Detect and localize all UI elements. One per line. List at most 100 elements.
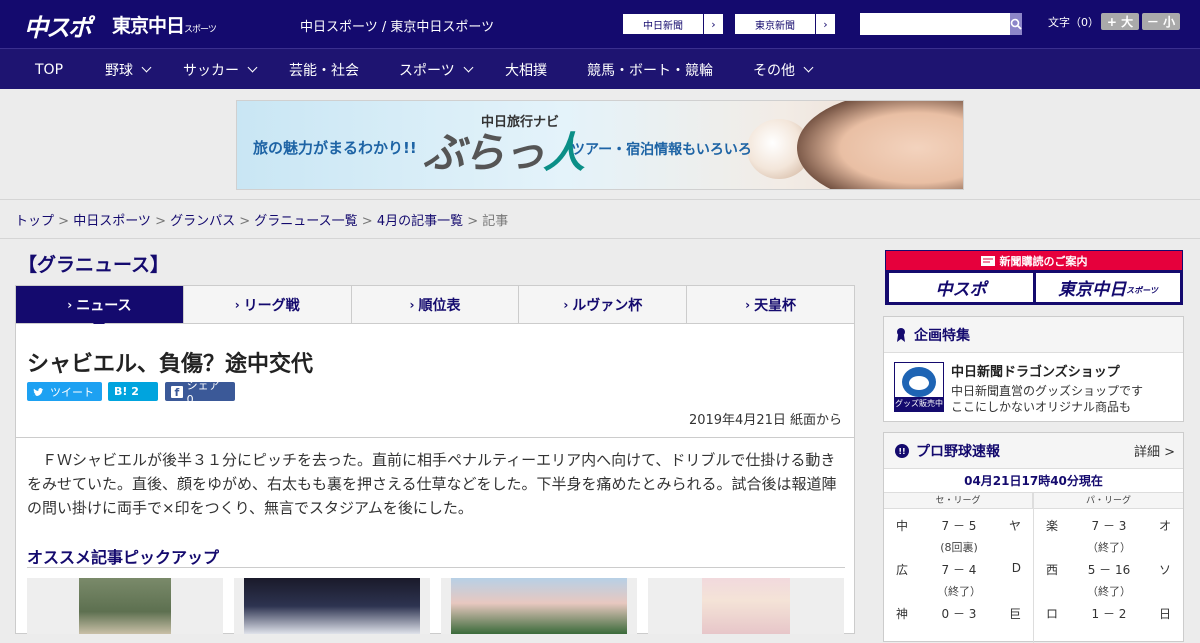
- breadcrumb: トップ > 中日スポーツ > グランパス > グラニュース一覧 > 4月の記事一…: [15, 214, 509, 229]
- pickup-thumbnail[interactable]: [648, 578, 844, 634]
- pacific-league-label: パ・リーグ: [1034, 493, 1183, 509]
- divider: [27, 567, 845, 568]
- feature-box: 企画特集 グッズ販売中 中日新聞ドラゴンズショップ 中日新聞直営のグッズショップ…: [883, 316, 1184, 422]
- nav-soccer[interactable]: サッカー: [183, 49, 258, 90]
- home-team: 中: [896, 519, 909, 533]
- svg-text:!!: !!: [898, 447, 905, 456]
- pickup-thumbnail[interactable]: [441, 578, 637, 634]
- search-button[interactable]: [1010, 13, 1022, 35]
- score: 5 － 16: [1087, 563, 1131, 577]
- away-team: D: [1011, 561, 1021, 575]
- nav-racing[interactable]: 競馬・ボート・競輪: [587, 49, 713, 90]
- score: 1 － 2: [1091, 607, 1127, 621]
- game-row[interactable]: 神 0 － 3 巨: [884, 601, 1033, 623]
- facebook-share-button[interactable]: f シェア 0: [165, 379, 235, 406]
- subscribe-chuspo[interactable]: 中スポ: [889, 273, 1033, 302]
- logo-tokyo-chunichi-text: 東京中日: [112, 15, 185, 37]
- tokyo-shimbun-label: 東京新聞: [755, 20, 795, 32]
- tab-label: リーグ戦: [243, 297, 300, 314]
- baseball-batter-image: [79, 578, 171, 634]
- away-team: 巨: [1008, 607, 1021, 621]
- tweet-button[interactable]: ツイート: [27, 382, 102, 401]
- pickup-thumbnail[interactable]: [234, 578, 430, 634]
- subscription-banner[interactable]: 新聞購読のご案内 中スポ 東京中日 スポーツ: [885, 250, 1183, 305]
- divider: [16, 437, 854, 438]
- soccer-players-image: [451, 578, 627, 634]
- newspaper-icon: [980, 255, 995, 266]
- nav-sumo[interactable]: 大相撲: [505, 49, 547, 90]
- baseball-detail-link[interactable]: 詳細 >: [1134, 441, 1175, 460]
- subscribe-tokyo-text: 東京中日: [1058, 280, 1127, 300]
- home-team: 西: [1046, 563, 1059, 577]
- model-image: [797, 101, 963, 189]
- score: 0 － 3: [941, 607, 977, 621]
- game-row[interactable]: 広 7 － 4 D （終了）: [884, 557, 1033, 598]
- breadcrumb-chunichi-sports[interactable]: 中日スポーツ: [73, 214, 151, 229]
- doala-mascot-icon: [902, 367, 936, 397]
- nav-label: その他: [753, 62, 795, 79]
- tab-league[interactable]: › リーグ戦: [182, 286, 351, 323]
- breadcrumb-gra-news-list[interactable]: グラニュース一覧: [254, 214, 357, 229]
- breadcrumb-grampus[interactable]: グランパス: [170, 214, 235, 229]
- home-team: ロ: [1046, 607, 1059, 621]
- font-large-button[interactable]: + 大: [1101, 13, 1139, 30]
- tab-label: 順位表: [418, 297, 461, 314]
- logo-tokyo-chunichi[interactable]: 東京中日スポーツ: [112, 11, 217, 38]
- search-input[interactable]: [860, 13, 1010, 35]
- breadcrumb-top[interactable]: トップ: [15, 214, 54, 229]
- facebook-icon: f: [171, 385, 183, 399]
- chevron-right-icon: ›: [563, 297, 569, 312]
- logo-chuspo[interactable]: 中スポ: [24, 8, 92, 43]
- chunichi-shimbun-label: 中日新聞: [643, 20, 683, 32]
- tab-levain-cup[interactable]: › ルヴァン杯: [518, 286, 686, 323]
- chunichi-shimbun-button[interactable]: 中日新聞 ›: [622, 13, 724, 35]
- nav-label: 芸能・社会: [289, 62, 359, 79]
- article-title: シャビエル、負傷？途中交代: [27, 352, 314, 377]
- tab-standings[interactable]: › 順位表: [350, 286, 519, 323]
- pickup-thumbnail[interactable]: [27, 578, 223, 634]
- game-row[interactable]: 楽 7 － 3 オ （終了）: [1034, 513, 1183, 554]
- league-divider: [1033, 493, 1034, 643]
- ribbon-icon: [897, 327, 905, 342]
- chevron-right-icon: ›: [815, 14, 835, 34]
- ad-text-right: ツアー・宿泊情報もいろいろ: [571, 142, 752, 158]
- font-small-button[interactable]: － 小: [1142, 13, 1180, 30]
- nav-label: 大相撲: [505, 62, 547, 79]
- facebook-share-label: シェア 0: [186, 379, 220, 406]
- article-body: ＦＷシャビエルが後半３１分にピッチを去った。直前に相手ペナルティーエリア内へ向け…: [27, 451, 837, 517]
- subscription-label: 新聞購読のご案内: [999, 254, 1088, 268]
- breadcrumb-current: 記事: [482, 214, 509, 229]
- tweet-label: ツイート: [50, 385, 94, 399]
- tab-news[interactable]: › ニュース: [16, 286, 183, 330]
- hatena-bookmark-button[interactable]: B! 2: [108, 382, 158, 401]
- game-row[interactable]: 中 7 － 5 ヤ (8回裏): [884, 513, 1033, 554]
- score: 7 － 5: [941, 519, 977, 533]
- dragons-shop-logo[interactable]: グッズ販売中: [894, 362, 944, 412]
- tokyo-shimbun-button[interactable]: 東京新聞 ›: [734, 13, 836, 35]
- game-row[interactable]: 西 5 － 16 ソ （終了）: [1034, 557, 1183, 598]
- nav-sports[interactable]: スポーツ: [399, 49, 474, 90]
- pickup-heading: オススメ記事ピックアップ: [27, 548, 220, 567]
- site-header: 中スポ 東京中日スポーツ 中日スポーツ / 東京中日スポーツ 中日新聞 › 東京新…: [0, 0, 1200, 48]
- game-row[interactable]: ロ 1 － 2 日: [1034, 601, 1183, 623]
- section-tabs: › ニュース › リーグ戦 › 順位表 › ルヴァン杯 › 天皇杯: [15, 285, 855, 330]
- score-update-time: 04月21日17時40分現在: [884, 469, 1183, 493]
- search-box: [860, 13, 1022, 35]
- nav-baseball[interactable]: 野球: [105, 49, 152, 90]
- subscribe-tokyo-chunichi[interactable]: 東京中日 スポーツ: [1036, 273, 1180, 302]
- nav-other[interactable]: その他: [753, 49, 814, 90]
- central-league-label: セ・リーグ: [884, 493, 1033, 509]
- travel-ad-banner[interactable]: 旅の魅力がまるわかり!! 中日旅行ナビ ぶらっ人 ツアー・宿泊情報もいろいろ: [236, 100, 964, 190]
- baseball-icon: !!: [895, 443, 909, 458]
- chevron-down-icon: [141, 62, 152, 73]
- shop-badge: グッズ販売中: [895, 397, 943, 411]
- tab-label: 天皇杯: [754, 297, 797, 314]
- section-title: 【グラニュース】: [18, 254, 170, 276]
- nav-top[interactable]: TOP: [35, 49, 63, 90]
- dragons-shop-link[interactable]: 中日新聞ドラゴンズショップ: [951, 361, 1120, 380]
- subscription-heading: 新聞購読のご案内: [886, 251, 1182, 270]
- breadcrumb-april-list[interactable]: 4月の記事一覧: [377, 214, 463, 229]
- ad-brand-logo: ぶらっ人: [423, 119, 585, 180]
- nav-entertainment[interactable]: 芸能・社会: [289, 49, 359, 90]
- tab-emperors-cup[interactable]: › 天皇杯: [686, 286, 854, 323]
